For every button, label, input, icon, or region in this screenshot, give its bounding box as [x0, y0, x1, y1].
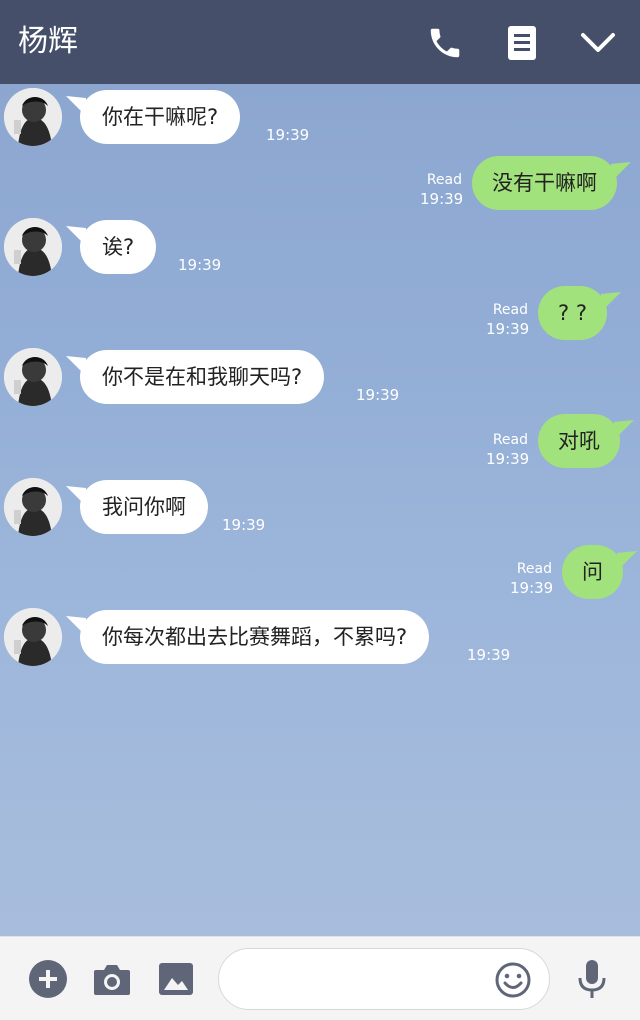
incoming-message-bubble[interactable]: 你不是在和我聊天吗?: [66, 350, 325, 404]
incoming-message-bubble[interactable]: 你在干嘛呢?: [66, 90, 241, 144]
message-time: 19:39: [486, 450, 530, 468]
bubble-tail: [66, 486, 86, 506]
message-text: 诶?: [102, 235, 135, 259]
bubble-tail: [614, 420, 634, 440]
message-meta: Read 19:39: [486, 431, 530, 469]
incoming-message-bubble[interactable]: 我问你啊: [66, 480, 208, 534]
message-time: 19:39: [486, 320, 530, 338]
contact-avatar[interactable]: [4, 348, 62, 406]
camera-button[interactable]: [90, 957, 134, 1001]
microphone-icon: [578, 960, 606, 998]
bubble-tail: [600, 292, 621, 312]
phone-icon: [430, 28, 460, 58]
bubble-tail: [617, 551, 637, 571]
message-text: 你不是在和我聊天吗?: [102, 365, 303, 389]
message-input-box[interactable]: [218, 948, 550, 1010]
avatar-photo: [4, 348, 62, 406]
outgoing-message-bubble[interactable]: 问: [562, 545, 637, 599]
outgoing-message-bubble[interactable]: 对吼: [538, 414, 634, 468]
message-time: 19:39: [510, 579, 554, 597]
avatar-photo: [4, 218, 62, 276]
bubble-tail: [66, 96, 86, 116]
message-text: 对吼: [558, 429, 600, 453]
outgoing-message-bubble[interactable]: 没有干嘛啊: [472, 156, 631, 210]
notes-icon: [508, 26, 536, 60]
read-status: Read: [516, 561, 552, 577]
contact-avatar[interactable]: [4, 608, 62, 666]
message-meta: Read 19:39: [420, 171, 464, 209]
emoji-button[interactable]: [491, 958, 535, 1002]
message-time: 19:39: [420, 190, 464, 208]
contact-avatar[interactable]: [4, 218, 62, 276]
message-text: 你在干嘛呢?: [102, 105, 219, 129]
message-text: ? ?: [558, 301, 587, 325]
avatar-photo: [4, 88, 62, 146]
chat-screen: 杨辉 你在干嘛呢? 19:39 Read 19:39 没有干嘛啊 诶? 19:3…: [0, 0, 640, 1020]
bubble-tail: [66, 226, 86, 246]
message-input[interactable]: [237, 961, 491, 999]
message-text: 问: [582, 560, 603, 584]
gallery-button[interactable]: [154, 957, 198, 1001]
incoming-message-bubble[interactable]: 你每次都出去比赛舞蹈，不累吗?: [66, 610, 430, 664]
message-text: 你每次都出去比赛舞蹈，不累吗?: [102, 625, 408, 649]
avatar-photo: [4, 478, 62, 536]
image-icon: [159, 963, 193, 995]
message-text: 我问你啊: [102, 495, 186, 519]
call-button[interactable]: [422, 20, 468, 66]
avatar-photo: [4, 608, 62, 666]
message-time: 19:39: [178, 256, 222, 274]
notes-button[interactable]: [499, 20, 545, 66]
emoji-icon: [495, 962, 531, 998]
plus-icon: [29, 960, 67, 998]
incoming-message-bubble[interactable]: 诶?: [66, 220, 157, 274]
read-status: Read: [492, 302, 528, 318]
read-status: Read: [492, 432, 528, 448]
read-status: Read: [426, 172, 462, 188]
camera-icon: [94, 965, 130, 995]
outgoing-message-bubble[interactable]: ? ?: [538, 286, 621, 340]
chevron-down-icon: [581, 33, 615, 52]
voice-button[interactable]: [570, 957, 614, 1001]
bubble-tail: [611, 162, 631, 182]
contact-avatar[interactable]: [4, 478, 62, 536]
message-time: 19:39: [356, 386, 400, 404]
message-time: 19:39: [467, 646, 511, 664]
bubble-tail: [66, 356, 86, 376]
add-attachment-button[interactable]: [26, 957, 70, 1001]
chat-header: 杨辉: [0, 0, 640, 84]
message-time: 19:39: [222, 516, 266, 534]
message-text: 没有干嘛啊: [492, 171, 597, 195]
contact-name: 杨辉: [18, 24, 78, 59]
message-input-bar: [0, 936, 640, 1020]
contact-avatar[interactable]: [4, 88, 62, 146]
message-time: 19:39: [266, 126, 310, 144]
bubble-tail: [66, 616, 86, 636]
message-meta: Read 19:39: [510, 560, 554, 598]
collapse-menu-button[interactable]: [575, 20, 621, 66]
message-meta: Read 19:39: [486, 301, 530, 339]
